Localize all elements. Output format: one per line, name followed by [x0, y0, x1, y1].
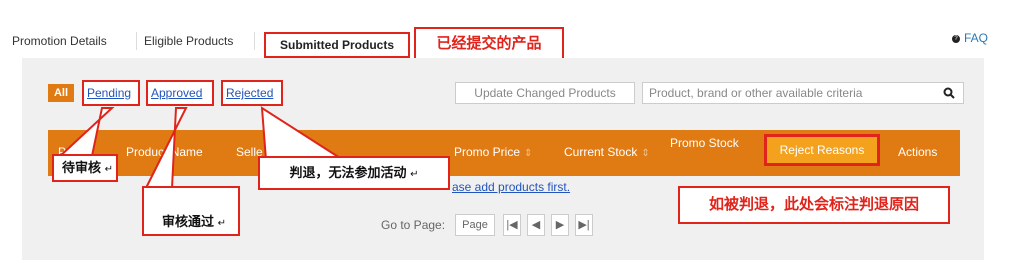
- approved-annotation: 审核通过 ↵: [142, 186, 240, 236]
- return-mark-icon: ↵: [104, 164, 114, 175]
- return-mark-icon: ↵: [217, 218, 227, 229]
- approved-annotation-text: 审核通过: [162, 214, 215, 229]
- return-mark-icon: ↵: [410, 169, 419, 180]
- pending-annotation-text: 待审核: [62, 160, 102, 175]
- rejected-annotation-text: 判退，无法参加活动: [289, 165, 407, 180]
- reject-reason-annotation: 如被判退，此处会标注判退原因: [678, 186, 950, 224]
- pending-annotation: 待审核 ↵: [52, 154, 118, 182]
- rejected-annotation: 判退，无法参加活动 ↵: [258, 156, 450, 190]
